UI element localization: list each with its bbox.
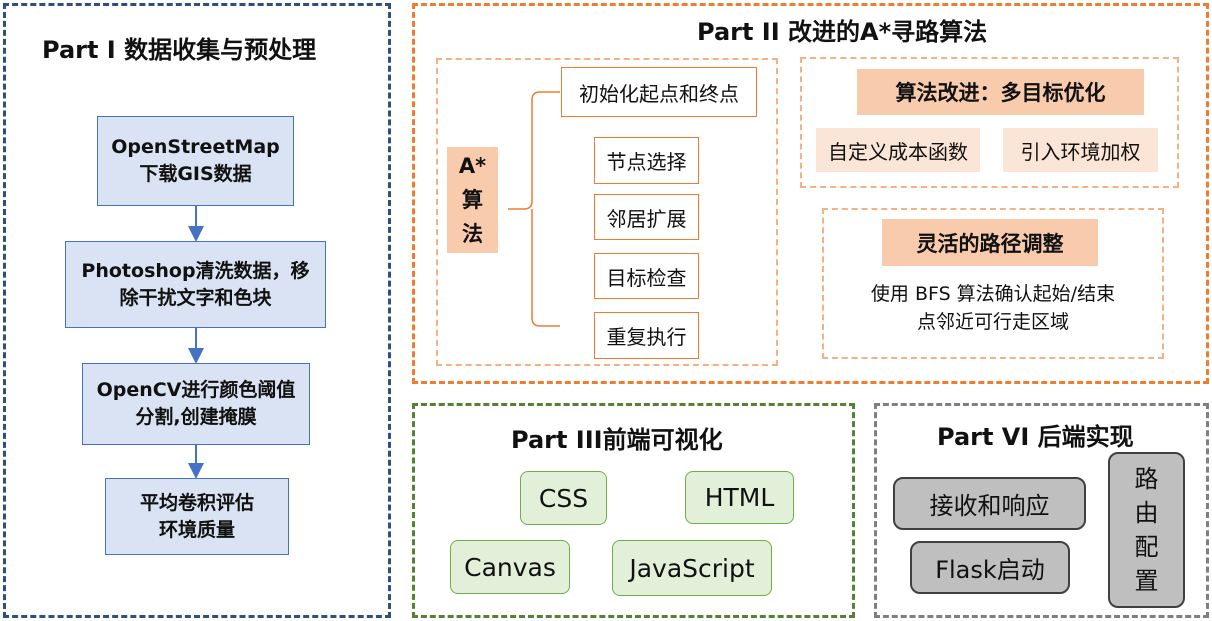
part4-title: Part VI 后端实现 <box>937 423 1134 451</box>
astar-label-1: A* <box>458 154 487 178</box>
astar-label: A* 算 法 <box>447 147 498 253</box>
astar-step-init: 初始化起点和终点 <box>561 67 757 117</box>
routing-char-1: 路 <box>1134 465 1159 493</box>
astar-step-repeat: 重复执行 <box>594 312 699 359</box>
astar-step-expand: 邻居扩展 <box>594 194 699 240</box>
adjust-title: 灵活的路径调整 <box>882 219 1098 266</box>
improvement-item-cost: 自定义成本函数 <box>816 128 980 172</box>
improvement-item-weight: 引入环境加权 <box>1003 128 1158 172</box>
part2-title: Part II 改进的A*寻路算法 <box>697 18 988 46</box>
routing-char-2: 由 <box>1134 499 1159 527</box>
part3-title: Part III前端可视化 <box>511 426 723 454</box>
backend-flask-start: Flask启动 <box>910 541 1070 594</box>
routing-char-4: 置 <box>1134 567 1159 595</box>
backend-routing: 路 由 配 置 <box>1108 452 1185 608</box>
tech-javascript: JavaScript <box>612 540 772 596</box>
adjust-line-2: 点邻近可行走区域 <box>916 311 1069 333</box>
adjust-line-1: 使用 BFS 算法确认起始/结束 <box>870 283 1116 305</box>
routing-char-3: 配 <box>1134 533 1159 561</box>
flow-arrows <box>188 206 204 479</box>
astar-step-select: 节点选择 <box>594 137 699 184</box>
astar-label-2: 算 <box>462 188 483 212</box>
tech-css: CSS <box>520 471 607 525</box>
adjust-description: 使用 BFS 算法确认起始/结束 点邻近可行走区域 <box>832 278 1154 338</box>
improvement-title: 算法改进：多目标优化 <box>857 69 1144 115</box>
tech-html: HTML <box>685 471 794 524</box>
astar-label-3: 法 <box>462 222 483 246</box>
astar-brace <box>508 91 560 327</box>
astar-step-check: 目标检查 <box>594 253 699 299</box>
backend-receive-respond: 接收和响应 <box>893 477 1086 530</box>
tech-canvas: Canvas <box>450 540 570 594</box>
